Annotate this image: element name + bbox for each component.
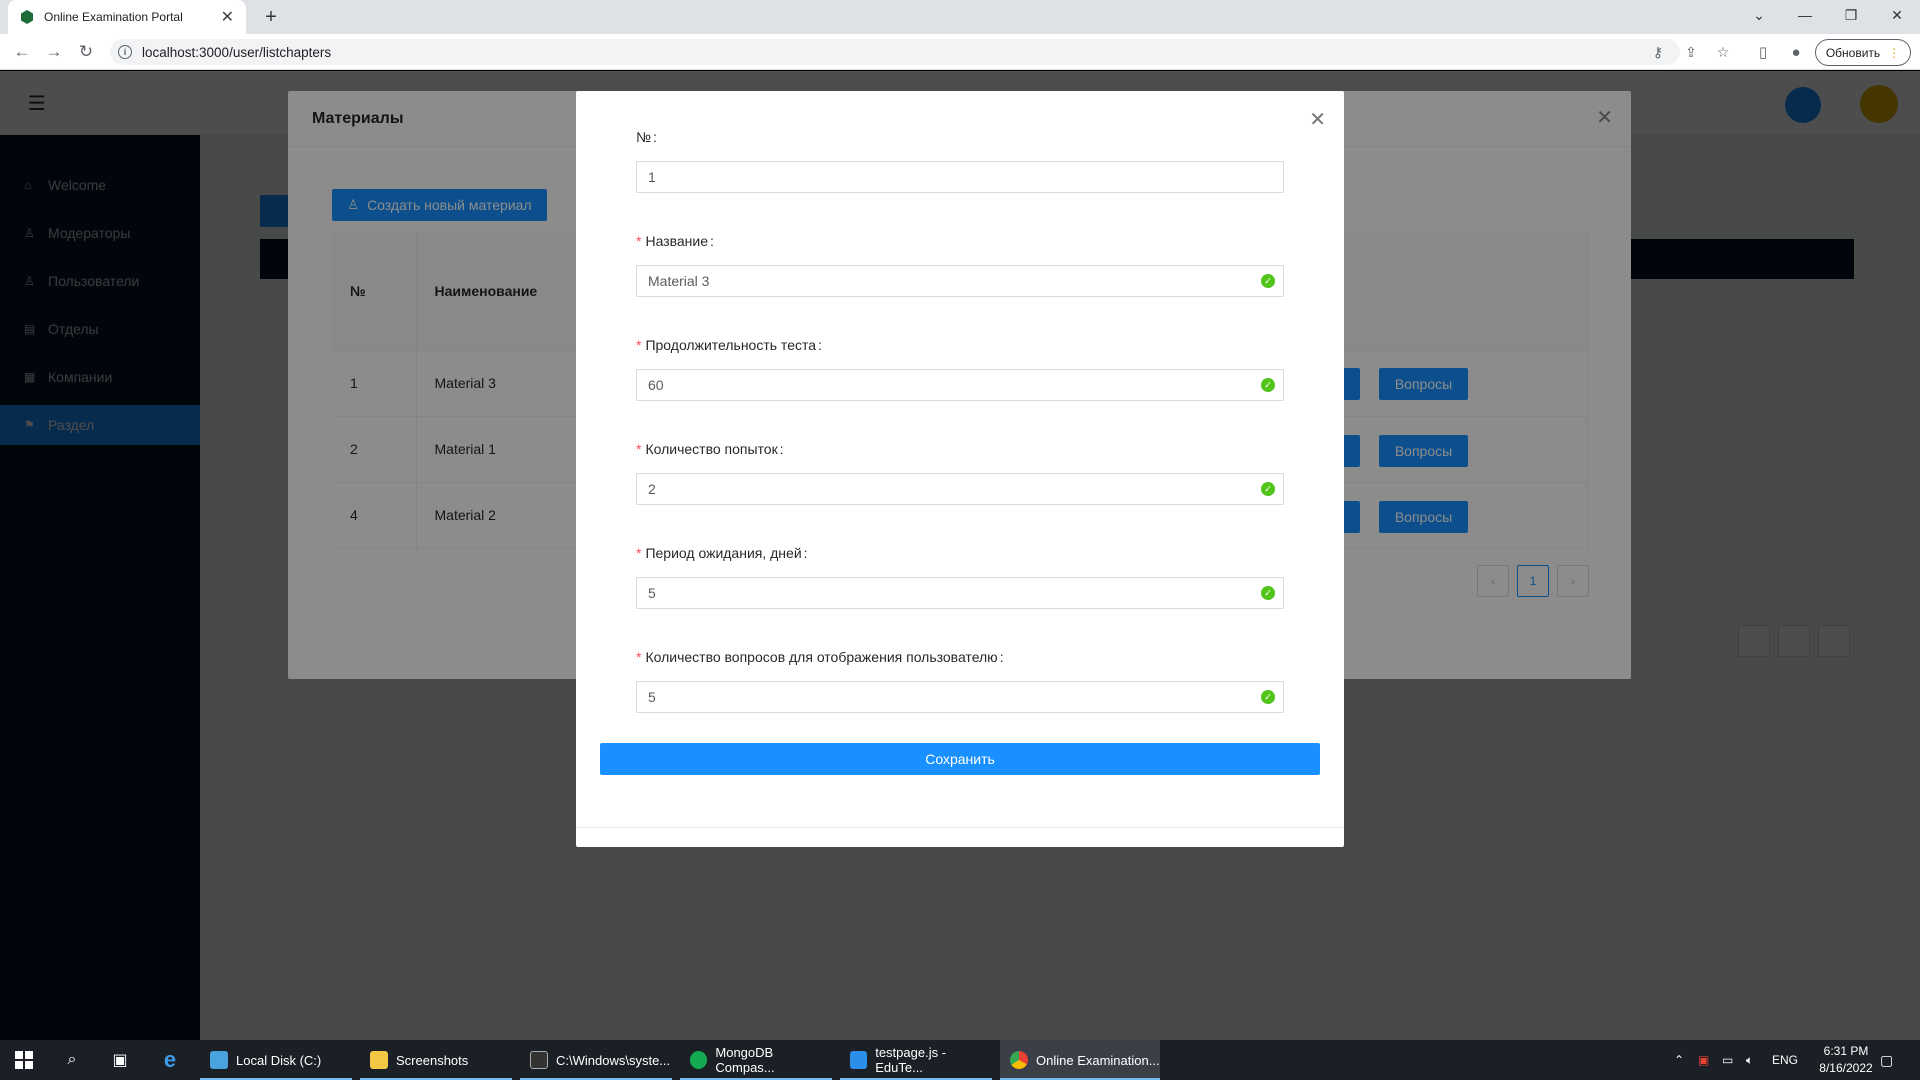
taskbar-app-label: MongoDB Compas...: [715, 1045, 775, 1075]
close-icon[interactable]: ✕: [1309, 107, 1326, 132]
waiting-period-field: *Период ожидания, дней: ✓: [636, 542, 1284, 609]
taskbar-app-vscode[interactable]: testpage.js - EduTe...: [840, 1040, 992, 1080]
antivirus-icon[interactable]: ▣: [1698, 1040, 1709, 1080]
mongodb-icon: [690, 1051, 708, 1069]
address-url: localhost:3000/user/listchapters: [142, 44, 332, 60]
bookmark-star-icon[interactable]: ☆: [1712, 39, 1734, 65]
questions-count-field: * Количество вопросов для отображения пол…: [636, 646, 1284, 713]
duration-input[interactable]: [648, 377, 1248, 393]
notification-icon[interactable]: ▢: [1880, 1040, 1893, 1080]
required-mark: *: [636, 337, 642, 353]
tray-chevron-icon[interactable]: ⌃: [1674, 1040, 1684, 1080]
reload-icon[interactable]: ↻: [74, 40, 98, 64]
number-field: №:: [636, 126, 1284, 193]
save-button[interactable]: Сохранить: [600, 743, 1320, 775]
close-window-icon[interactable]: ✕: [1874, 0, 1920, 30]
clock-time: 6:31 PM: [1823, 1044, 1869, 1058]
field-label: Количество вопросов для отображения поль…: [645, 649, 998, 665]
title-input[interactable]: [648, 273, 1248, 289]
tab-search-icon[interactable]: ⌄: [1736, 0, 1782, 30]
network-icon[interactable]: ▭: [1722, 1040, 1733, 1080]
field-colon: :: [710, 233, 714, 249]
taskbar-app-mongodb[interactable]: MongoDB Compas...: [680, 1040, 832, 1080]
duration-field: *Продолжительность теста: ✓: [636, 334, 1284, 401]
windows-logo-icon: [15, 1051, 33, 1069]
field-colon: :: [818, 337, 822, 353]
waiting-period-input[interactable]: [648, 585, 1248, 601]
address-bar[interactable]: i localhost:3000/user/listchapters ⚷ ⇪ ☆: [110, 39, 1729, 65]
site-favicon-icon: [21, 10, 33, 24]
required-mark: *: [636, 649, 642, 665]
taskbar-app-chrome[interactable]: Online Examination...: [1000, 1040, 1160, 1080]
system-clock[interactable]: 6:31 PM 8/16/2022: [1806, 1043, 1886, 1077]
check-circle-icon: ✓: [1261, 378, 1275, 392]
folder-icon: [370, 1051, 388, 1069]
forward-icon[interactable]: →: [42, 40, 66, 64]
taskbar-app-screenshots[interactable]: Screenshots: [360, 1040, 512, 1080]
search-icon[interactable]: ⌕: [48, 1040, 96, 1080]
taskbar-app-label: Local Disk (C:): [236, 1052, 322, 1068]
update-label: Обновить: [1825, 45, 1881, 60]
side-panel-icon[interactable]: ▯: [1753, 42, 1773, 62]
new-tab-icon[interactable]: +: [258, 4, 284, 30]
title-field: *Название: ✓: [636, 230, 1284, 297]
browser-tab[interactable]: Online Examination Portal ✕: [8, 0, 246, 34]
required-mark: *: [636, 545, 642, 561]
windows-start-icon[interactable]: [0, 1040, 48, 1080]
update-button[interactable]: Обновить ⋮: [1815, 39, 1911, 66]
taskbar-app-label: testpage.js - EduTe...: [875, 1045, 947, 1075]
language-indicator[interactable]: ENG: [1772, 1040, 1798, 1080]
profile-icon[interactable]: ●: [1786, 42, 1806, 62]
field-label: №: [636, 129, 652, 145]
taskbar-app-cmd[interactable]: C:\Windows\syste...: [520, 1040, 672, 1080]
number-input[interactable]: [648, 169, 1248, 185]
drive-icon: [210, 1051, 228, 1069]
field-label: Период ожидания, дней: [645, 545, 802, 561]
field-colon: :: [803, 545, 808, 561]
attempts-field: *Количество попыток: ✓: [636, 438, 1284, 505]
modal-footer-divider: [576, 827, 1344, 828]
field-label: Продолжительность теста: [645, 337, 817, 353]
check-circle-icon: ✓: [1261, 690, 1275, 704]
back-icon[interactable]: ←: [10, 40, 34, 64]
kebab-menu-icon[interactable]: ⋮: [1888, 46, 1900, 60]
field-colon: :: [653, 129, 657, 145]
field-colon: :: [779, 441, 784, 457]
taskbar-app-label: Online Examination...: [1036, 1052, 1160, 1068]
restore-icon[interactable]: ❐: [1828, 0, 1874, 30]
volume-icon[interactable]: 🔈︎: [1746, 1040, 1753, 1080]
taskbar-app-label: Screenshots: [396, 1052, 469, 1068]
check-circle-icon: ✓: [1261, 586, 1275, 600]
browser-toolbar: ← → ↻ i localhost:3000/user/listchapters…: [0, 34, 1920, 70]
task-view-icon[interactable]: ▣: [96, 1040, 144, 1080]
field-colon: :: [999, 649, 1004, 665]
check-circle-icon: ✓: [1261, 482, 1275, 496]
taskbar-app-label: C:\Windows\syste...: [556, 1052, 671, 1068]
minimize-icon[interactable]: —: [1782, 0, 1828, 30]
internet-explorer-icon[interactable]: e: [146, 1040, 194, 1080]
site-info-icon[interactable]: i: [118, 45, 132, 59]
browser-tabbar: Online Examination Portal ✕ + ⌄ — ❐ ✕: [0, 0, 1920, 34]
share-icon[interactable]: ⇪: [1680, 39, 1702, 65]
chrome-icon: [1010, 1051, 1028, 1069]
attempts-input[interactable]: [648, 481, 1248, 497]
field-label: Название: [645, 233, 709, 249]
key-icon[interactable]: ⚷: [1647, 39, 1669, 65]
tab-title: Online Examination Portal: [44, 10, 183, 24]
terminal-icon: [530, 1051, 548, 1069]
clock-date: 8/16/2022: [1819, 1061, 1873, 1075]
required-mark: *: [636, 441, 642, 457]
tab-close-icon[interactable]: ✕: [221, 7, 234, 27]
taskbar-app-explorer[interactable]: Local Disk (C:): [200, 1040, 352, 1080]
taskbar: ⌕ ▣ e Local Disk (C:) Screenshots C:\Win…: [0, 1040, 1920, 1080]
field-label: Количество попыток: [645, 441, 778, 457]
vscode-icon: [850, 1051, 868, 1069]
required-mark: *: [636, 233, 642, 249]
questions-count-input[interactable]: [648, 689, 1248, 705]
check-circle-icon: ✓: [1261, 274, 1275, 288]
edit-material-modal: ✕ №: *Название: ✓ *Продолжительность тес…: [576, 91, 1344, 847]
